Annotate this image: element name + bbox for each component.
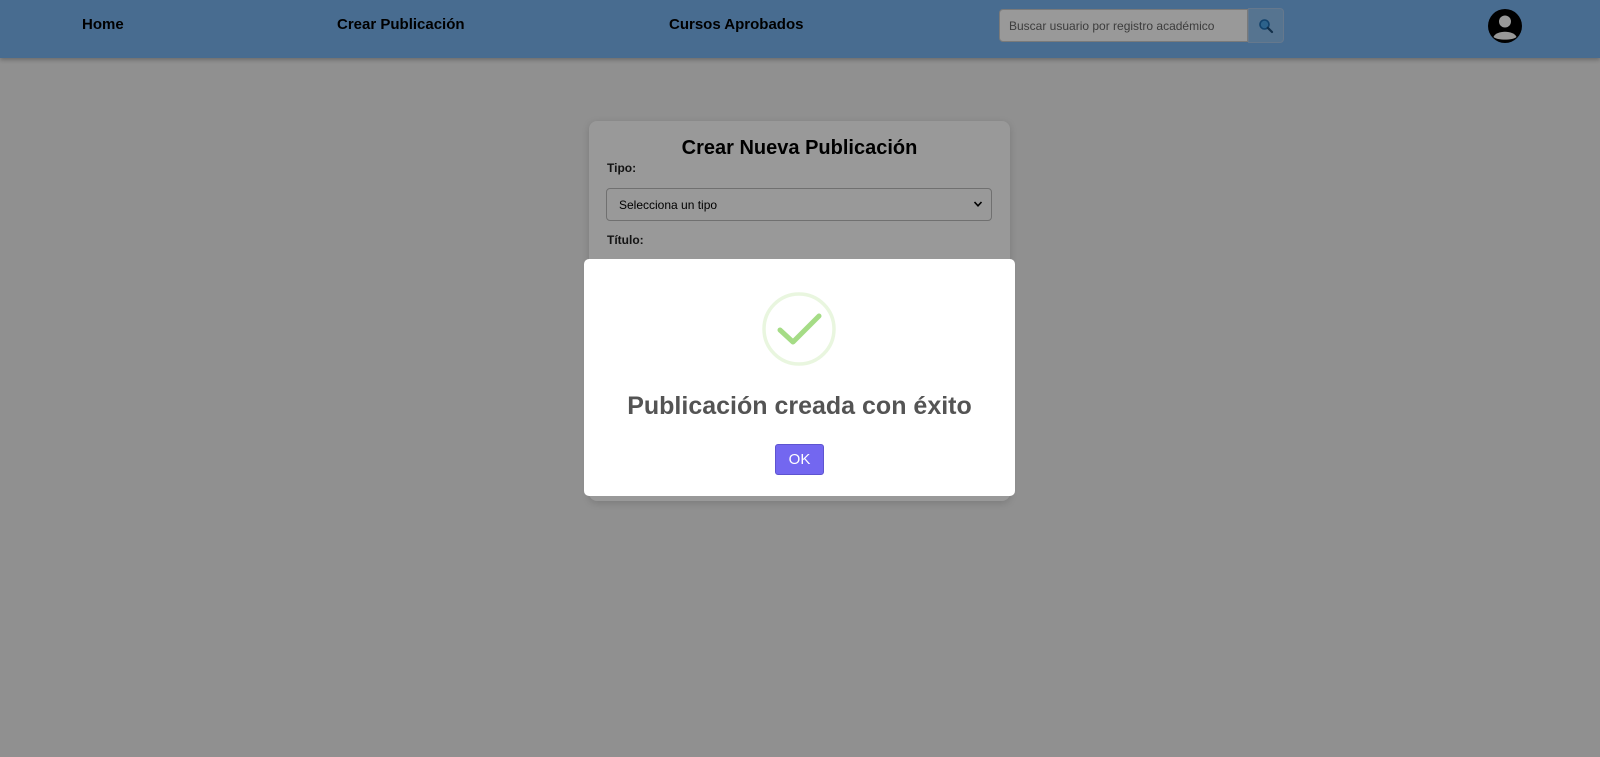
ok-button[interactable]: OK — [775, 444, 824, 475]
success-modal: Publicación creada con éxito OK — [584, 259, 1015, 496]
success-check-icon — [762, 292, 836, 366]
page: Home Crear Publicación Cursos Aprobados … — [0, 0, 1600, 757]
modal-title: Publicación creada con éxito — [627, 392, 972, 420]
